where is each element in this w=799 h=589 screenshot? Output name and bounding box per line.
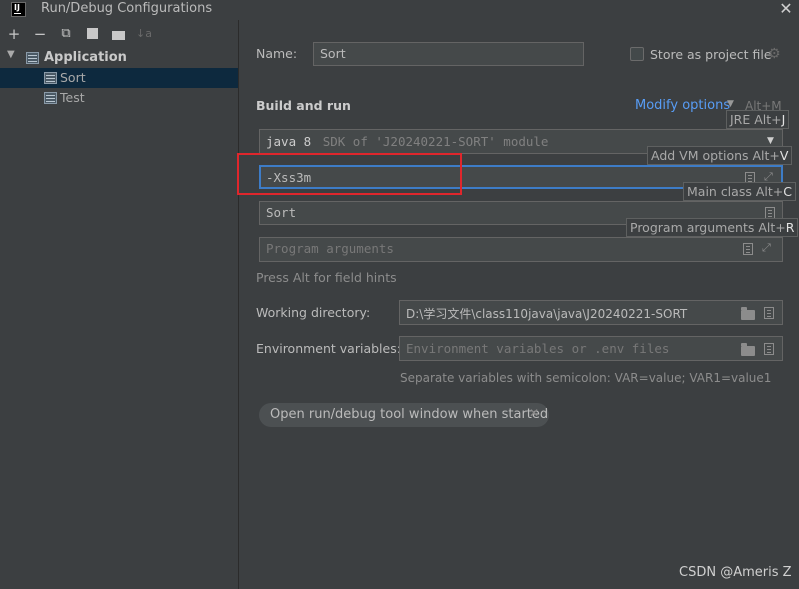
close-icon[interactable]: ✕ xyxy=(529,406,539,420)
expand-icon[interactable]: ⤢ xyxy=(762,241,771,255)
save-icon[interactable] xyxy=(83,24,101,44)
name-field[interactable]: Sort xyxy=(313,42,584,66)
hint-popup-program-arguments: Program arguments Alt+R xyxy=(626,218,799,237)
working-directory-field[interactable]: D:\学习文件\class110java\java\J20240221-SORT xyxy=(399,300,783,325)
close-icon[interactable]: ✕ xyxy=(776,0,796,18)
document-icon[interactable] xyxy=(764,307,774,319)
sort-icon[interactable]: ↓a xyxy=(135,24,153,44)
folder-icon[interactable] xyxy=(741,307,755,320)
tree-item-sort[interactable]: Sort xyxy=(0,68,238,88)
application-config-icon xyxy=(44,92,57,104)
field-hint-text: Press Alt for field hints xyxy=(256,270,397,285)
open-tool-window-chip[interactable]: Open run/debug tool window when started … xyxy=(259,403,549,427)
store-as-project-file-label: Store as project file xyxy=(650,47,772,62)
watermark: CSDN @Ameris Z xyxy=(679,565,792,580)
tree-item-label: Test xyxy=(60,90,85,105)
application-config-icon xyxy=(26,52,39,64)
environment-hint-text: Separate variables with semicolon: VAR=v… xyxy=(400,371,772,385)
tree-item-label: Sort xyxy=(60,70,86,85)
tree-group-label: Application xyxy=(44,50,127,65)
program-arguments-field[interactable]: Program arguments ⤢ xyxy=(259,237,783,262)
jre-detail: SDK of 'J20240221-SORT' module xyxy=(322,134,549,149)
window-title: Run/Debug Configurations xyxy=(41,1,213,16)
pane-divider[interactable] xyxy=(238,20,239,589)
environment-variables-field[interactable]: Environment variables or .env files xyxy=(399,336,783,361)
environment-variables-label: Environment variables: xyxy=(256,341,401,356)
remove-icon[interactable]: − xyxy=(31,24,49,44)
chevron-down-icon[interactable]: ▼ xyxy=(7,49,15,60)
tree-item-test[interactable]: Test xyxy=(0,88,238,108)
title-bar: IJ Run/Debug Configurations ✕ xyxy=(0,0,799,20)
chevron-down-icon[interactable]: ▼ xyxy=(727,99,734,109)
sidebar-toolbar: + − ⧉ ↓a xyxy=(0,24,238,46)
tree-group-application[interactable]: ▼ Application xyxy=(0,48,238,68)
application-config-icon xyxy=(44,72,57,84)
hint-popup-vm-options: Add VM options Alt+V xyxy=(647,146,793,165)
jre-keyword: java 8 xyxy=(266,134,312,149)
hint-popup-main-class: Main class Alt+C xyxy=(683,182,796,201)
section-title: Build and run xyxy=(256,98,351,113)
folder-icon[interactable] xyxy=(741,343,755,356)
hint-popup-jre: JRE Alt+J xyxy=(726,110,790,129)
highlight-box xyxy=(237,153,462,195)
document-icon[interactable] xyxy=(743,243,753,255)
add-icon[interactable]: + xyxy=(5,24,23,44)
copy-icon[interactable]: ⧉ xyxy=(57,24,75,44)
store-as-project-file-checkbox[interactable] xyxy=(630,47,644,61)
intellij-logo-icon: IJ xyxy=(11,2,26,17)
working-directory-label: Working directory: xyxy=(256,305,371,320)
new-folder-icon[interactable] xyxy=(109,24,127,44)
configurations-sidebar: + − ⧉ ↓a ▼ Application Sort Test xyxy=(0,20,238,589)
name-label: Name: xyxy=(256,46,298,61)
modify-options-link[interactable]: Modify options xyxy=(635,98,730,113)
gear-icon[interactable]: ⚙ xyxy=(768,46,781,62)
document-icon[interactable] xyxy=(764,343,774,355)
chevron-down-icon[interactable]: ▼ xyxy=(767,136,774,146)
